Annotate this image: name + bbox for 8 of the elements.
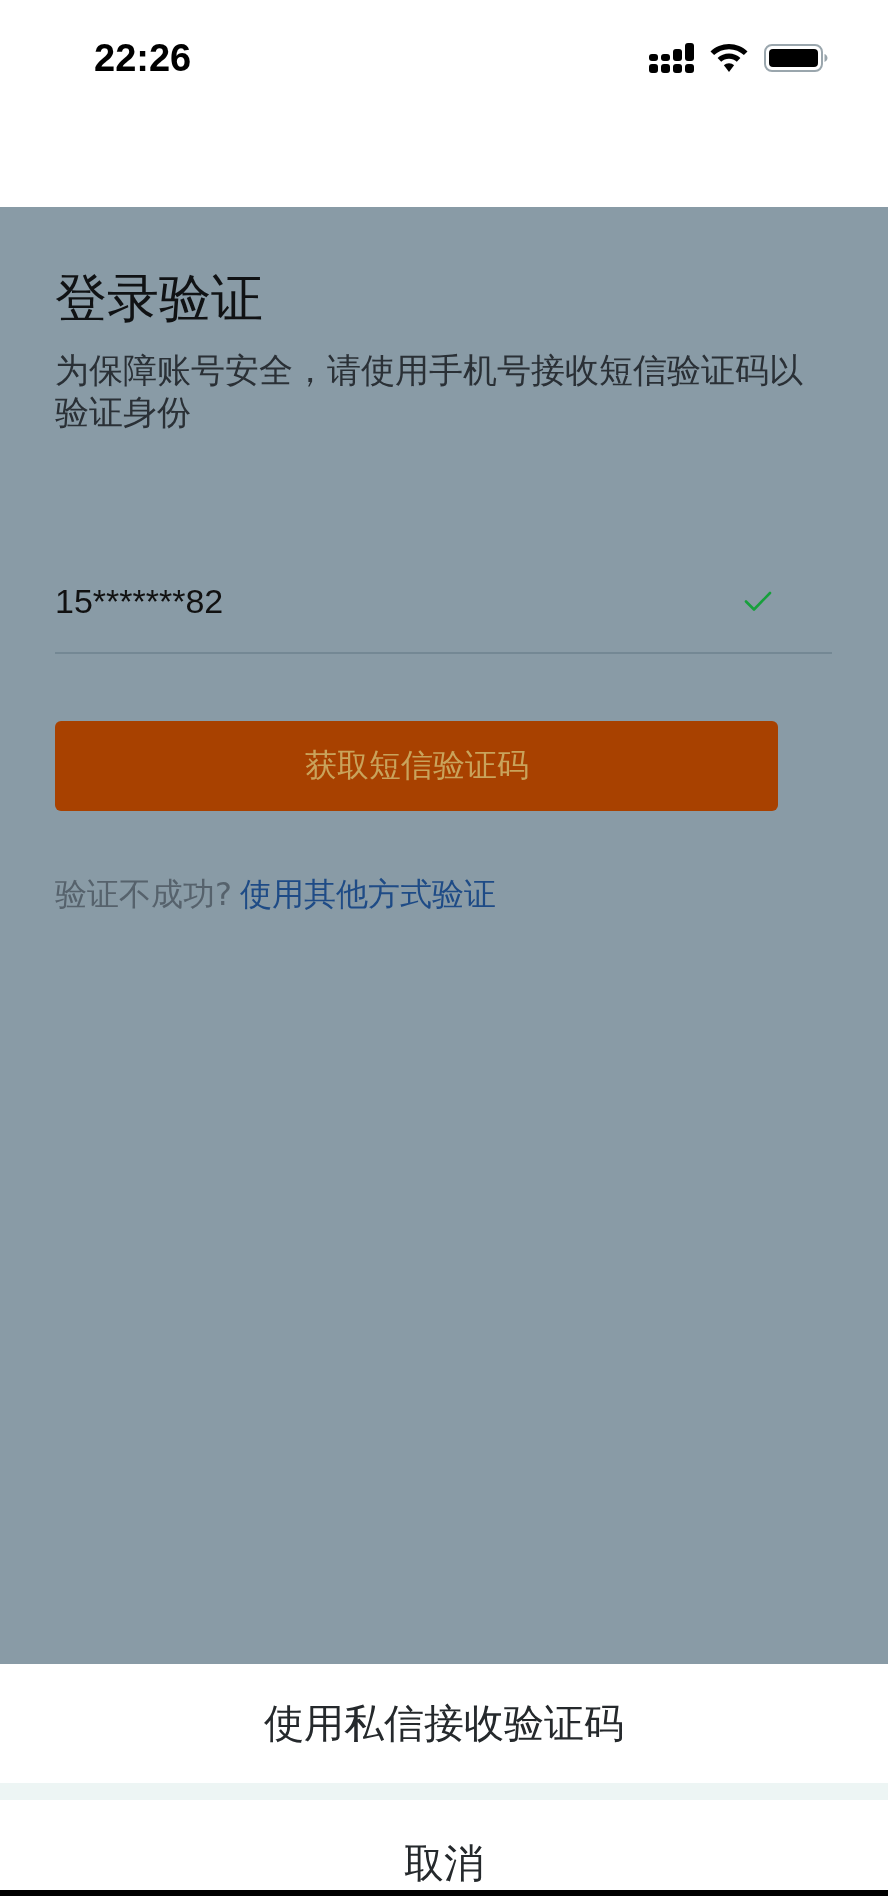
help-text: 验证不成功? (55, 874, 232, 914)
signal-icon (649, 43, 694, 73)
status-time: 22:26 (94, 38, 192, 78)
wifi-icon (710, 44, 748, 72)
page-title: 登录验证 (55, 267, 263, 329)
battery-icon (764, 44, 828, 72)
description-text: 为保障账号安全，请使用手机号接收短信验证码以验证身份 (55, 349, 804, 433)
phone-field[interactable]: 15*******82 (55, 550, 832, 654)
